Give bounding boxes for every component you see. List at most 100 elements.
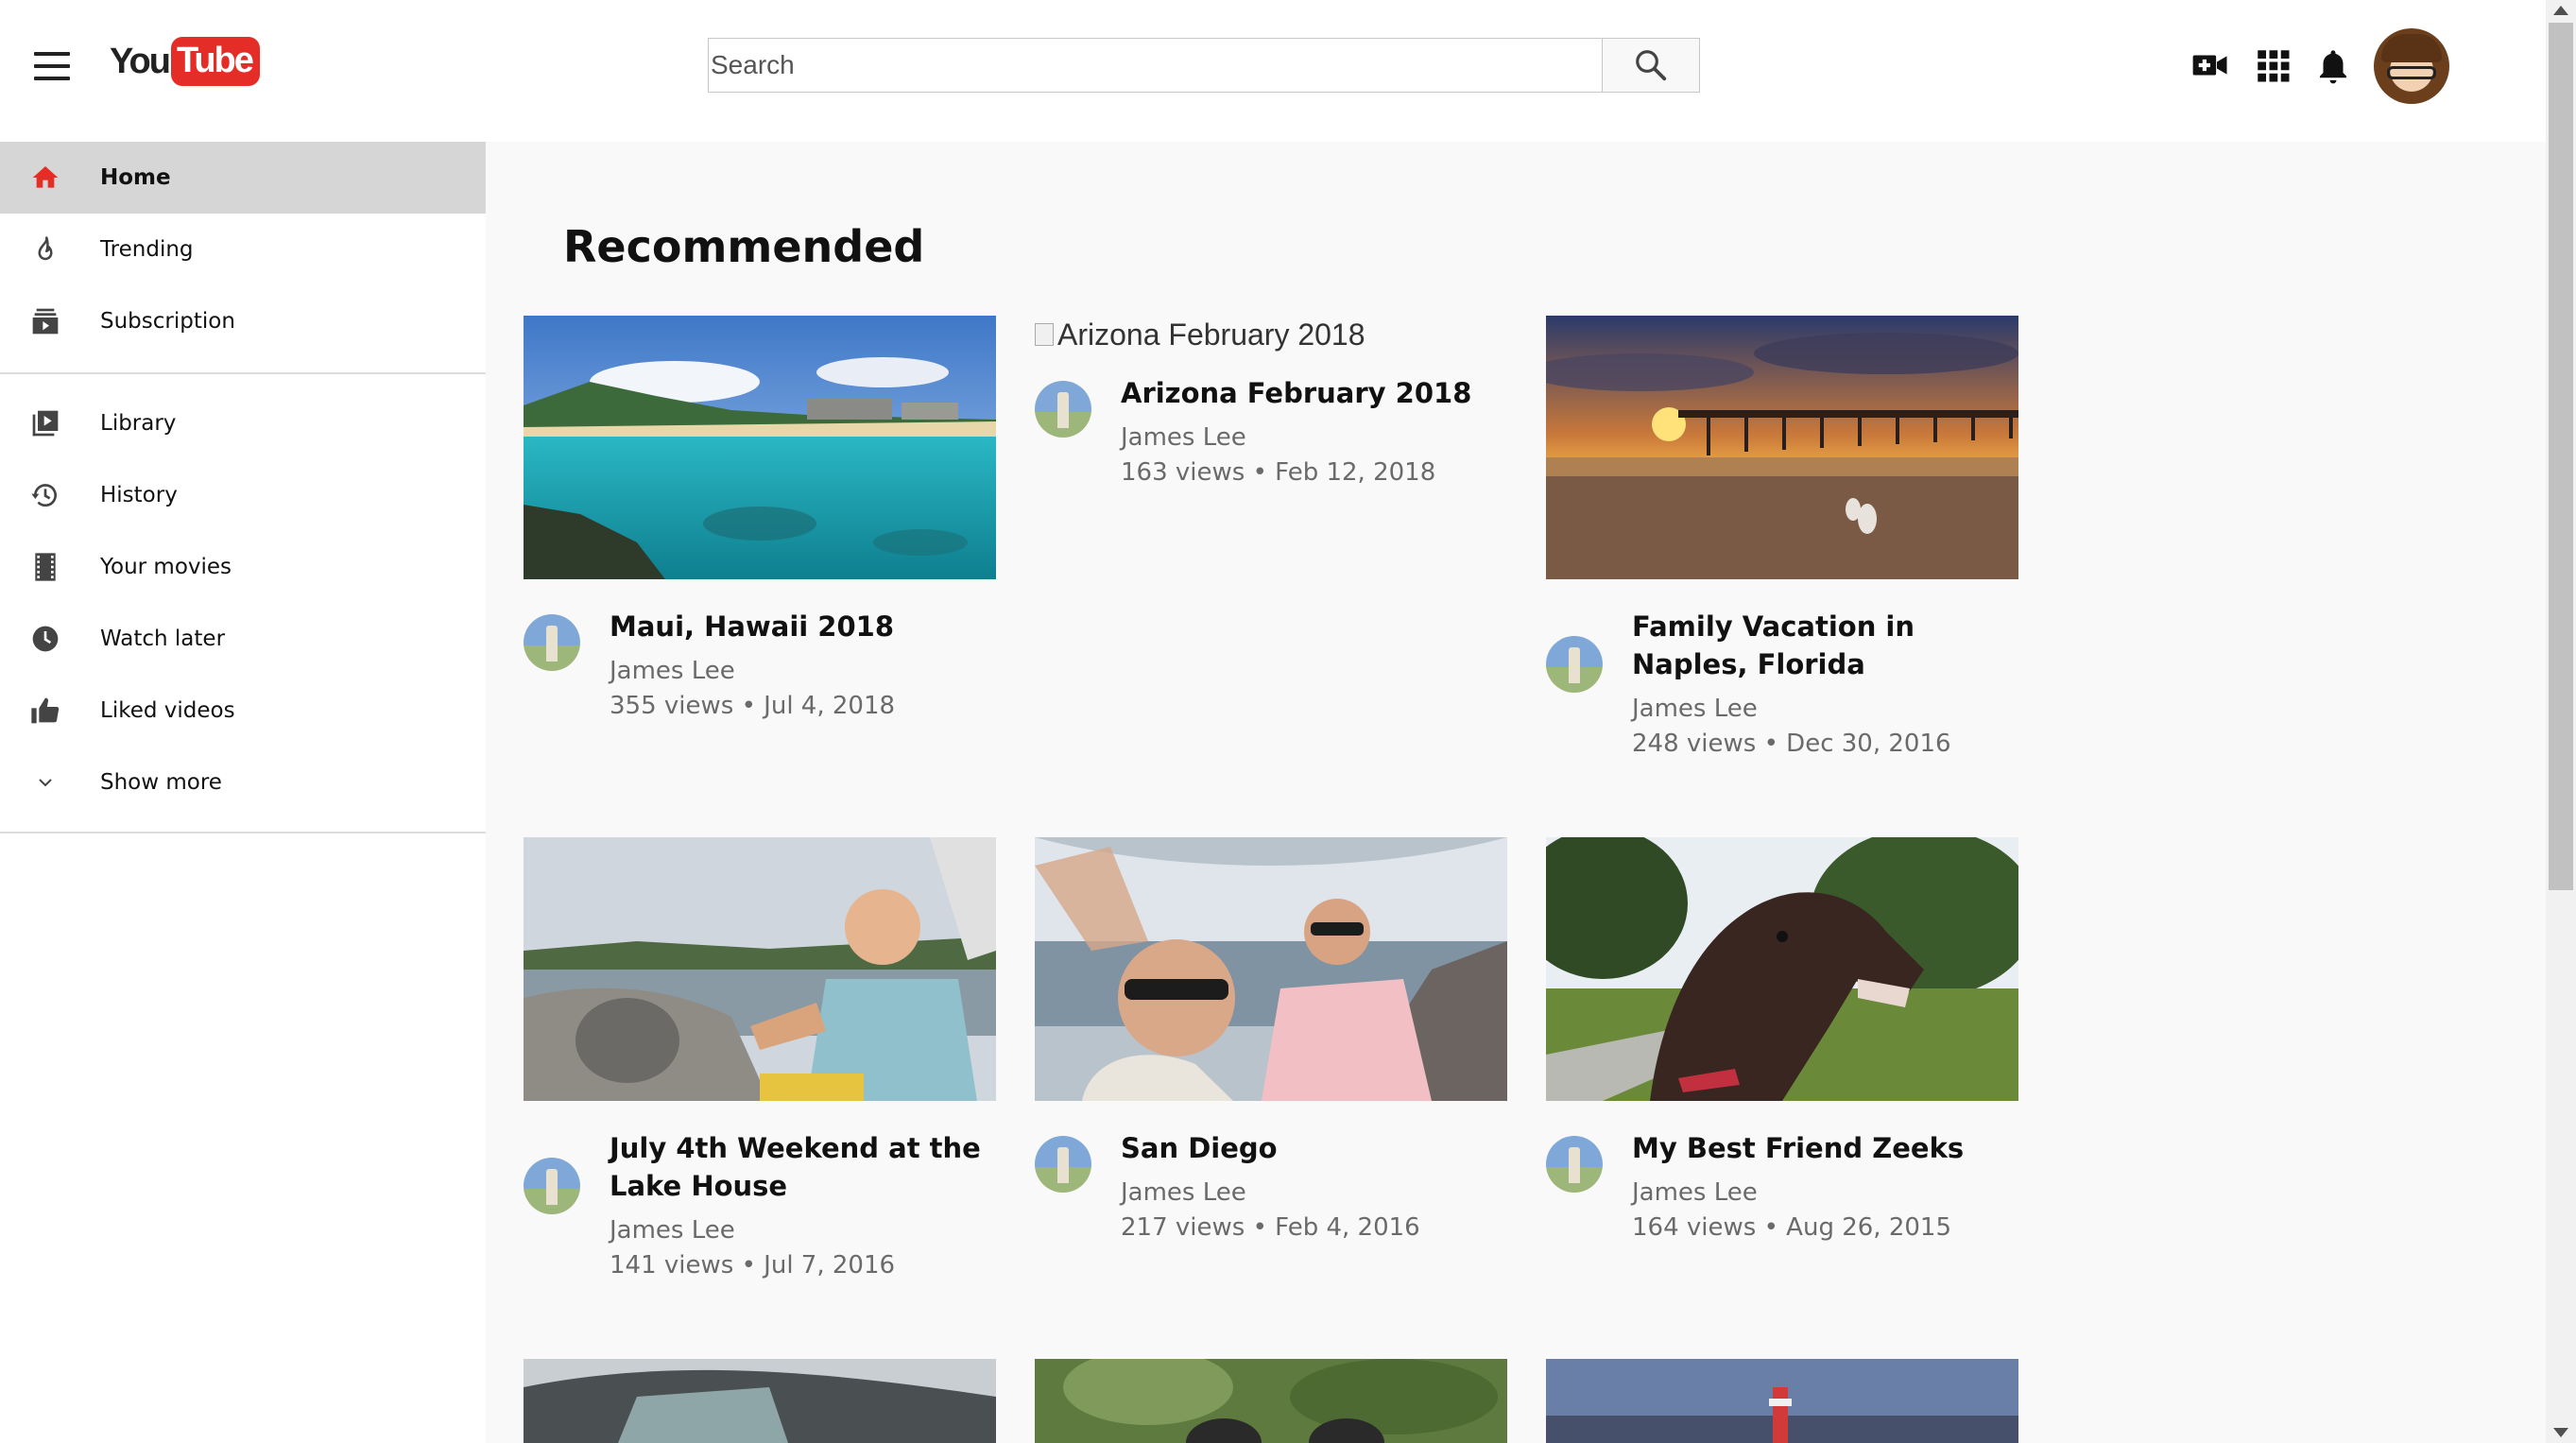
video-card (1546, 1359, 2018, 1443)
film-icon (30, 552, 60, 582)
channel-name[interactable]: James Lee (610, 653, 996, 689)
search-icon (1636, 50, 1667, 81)
video-card: My Best Friend Zeeks James Lee 164 views… (1546, 837, 2018, 1245)
video-card (524, 1359, 996, 1443)
history-icon (30, 480, 60, 510)
chevron-down-icon (30, 767, 60, 798)
sidebar-item-label: Trending (100, 237, 194, 262)
video-meta: Family Vacation in Naples, Florida James… (1546, 608, 2018, 761)
video-stats: 141 views • Jul 7, 2016 (610, 1251, 896, 1280)
notifications-button[interactable] (2313, 45, 2353, 91)
video-meta: Maui, Hawaii 2018 James Lee 355 views • … (524, 608, 996, 723)
video-thumbnail[interactable] (524, 1359, 996, 1443)
sidebar: Home Trending Subscription Library Histo… (0, 142, 486, 1443)
video-title[interactable]: San Diego (1121, 1129, 1507, 1167)
sidebar-item-trending[interactable]: Trending (0, 214, 486, 285)
sidebar-item-label: Watch later (100, 627, 226, 651)
channel-name[interactable]: James Lee (1121, 420, 1507, 455)
channel-name[interactable]: James Lee (610, 1212, 996, 1248)
scroll-up-arrow-icon[interactable] (2553, 6, 2568, 15)
sidebar-item-show-more[interactable]: Show more (0, 747, 486, 818)
sidebar-item-home[interactable]: Home (0, 142, 486, 214)
channel-avatar[interactable] (524, 1158, 580, 1214)
thumbs-up-icon (30, 696, 60, 726)
library-icon (30, 408, 60, 438)
video-thumbnail[interactable] (524, 837, 996, 1101)
sidebar-item-history[interactable]: History (0, 459, 486, 531)
home-icon (30, 163, 60, 193)
create-video-button[interactable] (2190, 45, 2230, 89)
youtube-logo[interactable]: You Tube (110, 36, 260, 87)
sidebar-divider (0, 832, 486, 833)
video-stats: 248 views • Dec 30, 2016 (1632, 730, 1951, 758)
video-meta: San Diego James Lee 217 views • Feb 4, 2… (1035, 1129, 1507, 1245)
search-button[interactable] (1602, 38, 1700, 93)
sidebar-item-label: Library (100, 411, 177, 436)
video-card: Arizona February 2018 Arizona February 2… (1035, 316, 1507, 490)
scroll-down-arrow-icon[interactable] (2553, 1428, 2568, 1437)
video-thumbnail[interactable] (1035, 1359, 1507, 1443)
broken-image-icon (1035, 323, 1054, 346)
channel-avatar[interactable] (524, 614, 580, 671)
channel-avatar[interactable] (1035, 1136, 1091, 1193)
apps-button[interactable] (2253, 45, 2293, 89)
channel-avatar[interactable] (1546, 636, 1603, 693)
video-title[interactable]: Family Vacation in Naples, Florida (1632, 608, 2018, 683)
sidebar-divider (0, 372, 486, 374)
video-card (1035, 1359, 1507, 1443)
video-stats: 217 views • Feb 4, 2016 (1121, 1213, 1420, 1242)
video-title[interactable]: July 4th Weekend at the Lake House (610, 1129, 996, 1205)
video-meta: My Best Friend Zeeks James Lee 164 views… (1546, 1129, 2018, 1245)
video-thumbnail[interactable] (1546, 1359, 2018, 1443)
account-avatar[interactable] (2374, 28, 2449, 104)
video-card: Maui, Hawaii 2018 James Lee 355 views • … (524, 316, 996, 723)
channel-avatar[interactable] (1035, 381, 1091, 438)
video-stats: 164 views • Aug 26, 2015 (1632, 1213, 1951, 1242)
video-stats: 163 views • Feb 12, 2018 (1121, 458, 1436, 487)
video-card: July 4th Weekend at the Lake House James… (524, 837, 996, 1282)
sidebar-item-label: Home (100, 165, 171, 190)
video-thumbnail[interactable] (1546, 837, 2018, 1101)
logo-text-you: You (110, 41, 171, 81)
sidebar-item-watch-later[interactable]: Watch later (0, 603, 486, 675)
sidebar-item-library[interactable]: Library (0, 387, 486, 459)
video-card: Family Vacation in Naples, Florida James… (1546, 316, 2018, 761)
clock-icon (30, 624, 60, 654)
sidebar-item-label: Subscription (100, 309, 235, 334)
channel-avatar[interactable] (1546, 1136, 1603, 1193)
video-camera-add-icon (2192, 55, 2227, 76)
search-input[interactable] (708, 38, 1602, 93)
search-bar (708, 38, 1702, 93)
sidebar-item-your-movies[interactable]: Your movies (0, 531, 486, 603)
scrollbar-thumb[interactable] (2549, 23, 2573, 890)
video-thumbnail[interactable]: Arizona February 2018 (1035, 316, 1507, 353)
channel-name[interactable]: James Lee (1632, 691, 2018, 727)
video-stats: 355 views • Jul 4, 2018 (610, 692, 896, 720)
video-meta: Arizona February 2018 James Lee 163 view… (1035, 374, 1507, 490)
sidebar-item-label: Show more (100, 770, 222, 795)
video-thumbnail[interactable] (1035, 837, 1507, 1101)
thumbnail-alt-text: Arizona February 2018 (1057, 317, 1365, 352)
video-card: San Diego James Lee 217 views • Feb 4, 2… (1035, 837, 1507, 1245)
channel-name[interactable]: James Lee (1632, 1175, 2018, 1211)
sidebar-item-label: History (100, 483, 178, 507)
video-title[interactable]: Maui, Hawaii 2018 (610, 608, 996, 645)
sidebar-item-liked-videos[interactable]: Liked videos (0, 675, 486, 747)
video-title[interactable]: My Best Friend Zeeks (1632, 1129, 2018, 1167)
bell-icon (2320, 50, 2346, 84)
sidebar-item-subscription[interactable]: Subscription (0, 285, 486, 357)
video-thumbnail[interactable] (1546, 316, 2018, 579)
sidebar-item-label: Your movies (100, 555, 232, 579)
video-title[interactable]: Arizona February 2018 (1121, 374, 1507, 412)
logo-text-tube: Tube (170, 37, 260, 86)
subscriptions-icon (30, 306, 60, 336)
video-thumbnail[interactable] (524, 316, 996, 579)
apps-grid-icon (2258, 50, 2290, 82)
page-scrollbar[interactable] (2546, 0, 2576, 1443)
main-content: Recommended Maui, Hawaii 2018 James Lee … (486, 142, 2546, 1443)
fire-icon (30, 234, 60, 265)
hamburger-menu-icon[interactable] (34, 52, 70, 80)
sidebar-item-label: Liked videos (100, 698, 235, 723)
top-header: You Tube (0, 0, 2546, 142)
channel-name[interactable]: James Lee (1121, 1175, 1507, 1211)
